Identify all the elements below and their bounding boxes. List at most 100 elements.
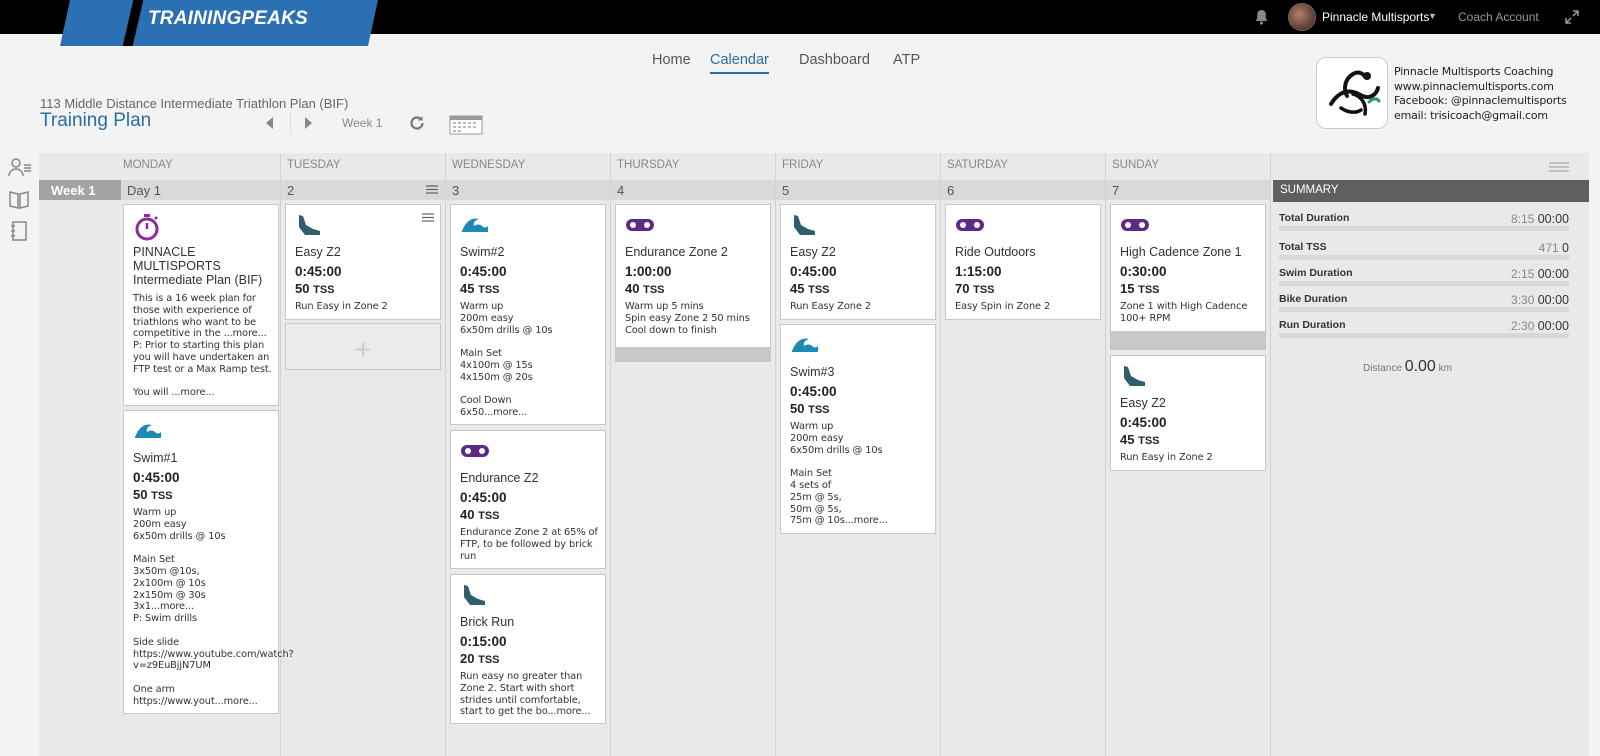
workout-card-bike[interactable]: Endurance Z2 0:45:00 40 TSS Endurance Zo…: [450, 430, 606, 569]
left-toolbar: [0, 153, 39, 756]
workout-tss: 50 TSS: [295, 281, 335, 296]
date-label: 2: [287, 183, 295, 198]
week-label: Week 1: [342, 116, 383, 130]
date-label: 3: [452, 183, 460, 198]
previous-week-button[interactable]: [266, 117, 273, 129]
workout-tss: 50 TSS: [790, 401, 830, 416]
run-shoe-icon: [295, 213, 323, 237]
summary-title: SUMMARY: [1280, 184, 1339, 196]
workout-card-swim[interactable]: Swim#1 0:45:00 50 TSS Warm up 200m easy …: [123, 410, 294, 714]
athlete-library-icon[interactable]: [8, 157, 31, 177]
note-title: PINNACLE MULTISPORTS Intermediate Plan (…: [133, 245, 263, 287]
bike-chain-icon: [460, 439, 489, 463]
workout-description: Endurance Zone 2 at 65% of FTP, to be fo…: [460, 527, 598, 562]
day-menu-icon[interactable]: [426, 185, 438, 194]
summary-label: Total Duration: [1279, 212, 1350, 224]
add-icon: +: [354, 334, 372, 365]
workout-card-run[interactable]: Easy Z2 0:45:00 45 TSS Run Easy in Zone …: [1110, 355, 1266, 471]
note-card[interactable]: PINNACLE MULTISPORTS Intermediate Plan (…: [123, 204, 279, 406]
run-shoe-icon: [790, 213, 818, 237]
workout-tss: 45 TSS: [790, 281, 830, 296]
workout-card-bike[interactable]: High Cadence Zone 1 0:30:00 15 TSS Zone …: [1110, 204, 1266, 350]
summary-label: Total TSS: [1279, 241, 1327, 253]
workout-tss: 45 TSS: [460, 281, 500, 296]
chevron-down-icon[interactable]: ▼: [1428, 11, 1437, 21]
brand-name[interactable]: TRAININGPEAKS: [148, 8, 308, 30]
date-label: 7: [1112, 183, 1120, 198]
workout-duration: 0:45:00: [790, 384, 837, 399]
date-cell[interactable]: 6: [941, 180, 1105, 200]
bike-chain-icon: [1120, 213, 1149, 237]
workout-card-run[interactable]: Easy Z2 0:45:00 50 TSS Run Easy in Zone …: [285, 204, 441, 320]
workout-description: Warm up 200m easy 6x50m drills @ 10s Mai…: [460, 301, 553, 419]
date-cell[interactable]: 3: [446, 180, 610, 200]
summary-value: 2:15 00:00: [1511, 267, 1569, 281]
date-cell[interactable]: Day 1: [121, 180, 280, 200]
week-label-cell: Week 1: [39, 180, 121, 200]
workout-tss: 40 TSS: [625, 281, 665, 296]
workout-description: Warm up 5 mins Spin easy Zone 2 50 mins …: [625, 301, 750, 336]
workout-title: High Cadence Zone 1: [1120, 245, 1242, 259]
summary-value: 8:15 00:00: [1511, 212, 1569, 226]
coach-brand-website: www.pinnaclemultisports.com: [1394, 79, 1554, 93]
summary-progress-bar: [1279, 333, 1569, 338]
swim-icon: [133, 419, 161, 443]
column-divider: [1105, 153, 1106, 756]
workout-title: Easy Z2: [295, 245, 341, 259]
summary-label: Run Duration: [1279, 319, 1346, 331]
calendar-menu-icon[interactable]: [1549, 159, 1569, 172]
workout-card-bike[interactable]: Endurance Zone 2 1:00:00 40 TSS Warm up …: [615, 204, 771, 362]
coach-brand-name: Pinnacle Multisports Coaching: [1394, 65, 1554, 78]
workout-progress-footer: [616, 347, 770, 362]
workout-card-swim[interactable]: Swim#3 0:45:00 50 TSS Warm up 200m easy …: [780, 324, 936, 534]
coach-account-link[interactable]: Coach Account: [1458, 10, 1539, 24]
workout-tss: 50 TSS: [133, 487, 173, 502]
date-cell[interactable]: 7: [1106, 180, 1270, 200]
workout-tss: 15 TSS: [1120, 281, 1160, 296]
summary-label: Bike Duration: [1279, 293, 1348, 305]
avatar[interactable]: [1288, 3, 1316, 31]
coach-brand-email: email: trisicoach@gmail.com: [1394, 108, 1548, 122]
tab-calendar[interactable]: Calendar: [710, 52, 769, 74]
workout-description: Warm up 200m easy 6x50m drills @ 10s Mai…: [133, 507, 294, 707]
summary-value: 471 0: [1538, 241, 1569, 255]
workout-progress-footer: [1111, 331, 1265, 350]
notification-bell-icon[interactable]: [1254, 9, 1269, 25]
date-cell[interactable]: 2: [281, 180, 445, 200]
workout-duration: 0:45:00: [790, 264, 837, 279]
workout-card-swim[interactable]: Swim#2 0:45:00 45 TSS Warm up 200m easy …: [450, 204, 606, 425]
workout-card-bike[interactable]: Ride Outdoors 1:15:00 70 TSS Easy Spin i…: [945, 204, 1101, 320]
plan-library-icon[interactable]: [8, 221, 30, 241]
next-week-button[interactable]: [305, 117, 312, 129]
workout-duration: 1:15:00: [955, 264, 1002, 279]
column-divider: [610, 153, 611, 756]
workout-description: Run Easy Zone 2: [790, 301, 871, 312]
workout-tss: 40 TSS: [460, 507, 500, 522]
tab-home[interactable]: Home: [652, 52, 691, 72]
workout-menu-icon[interactable]: [422, 213, 434, 222]
workout-card-run[interactable]: Brick Run 0:15:00 20 TSS Run easy no gre…: [450, 574, 606, 724]
add-workout-button[interactable]: +: [285, 323, 441, 370]
account-name[interactable]: Pinnacle Multisports: [1322, 10, 1429, 24]
swim-icon: [460, 213, 488, 237]
workout-description: Run Easy in Zone 2: [295, 301, 388, 312]
expand-icon[interactable]: [1565, 10, 1579, 24]
week-summary-panel: SUMMARY Total Duration 8:15 00:00 Total …: [1273, 180, 1589, 756]
column-divider: [280, 153, 281, 756]
day-header-sunday: SUNDAY: [1112, 159, 1160, 171]
workout-library-icon[interactable]: [8, 189, 30, 209]
tab-atp[interactable]: ATP: [893, 52, 920, 72]
workout-title: Endurance Z2: [460, 471, 539, 485]
tab-dashboard[interactable]: Dashboard: [799, 52, 870, 72]
workout-duration: 0:45:00: [133, 470, 180, 485]
workout-duration: 0:30:00: [1120, 264, 1167, 279]
date-cell[interactable]: 5: [776, 180, 940, 200]
refresh-icon[interactable]: [408, 114, 426, 132]
date-label: 5: [782, 183, 790, 198]
page-title: Training Plan: [40, 110, 152, 131]
calendar-icon[interactable]: [449, 113, 483, 135]
workout-description: Run Easy in Zone 2: [1120, 452, 1213, 463]
workout-card-run[interactable]: Easy Z2 0:45:00 45 TSS Run Easy Zone 2: [780, 204, 936, 320]
date-cell[interactable]: 4: [611, 180, 775, 200]
week-number: Week 1: [51, 183, 96, 198]
